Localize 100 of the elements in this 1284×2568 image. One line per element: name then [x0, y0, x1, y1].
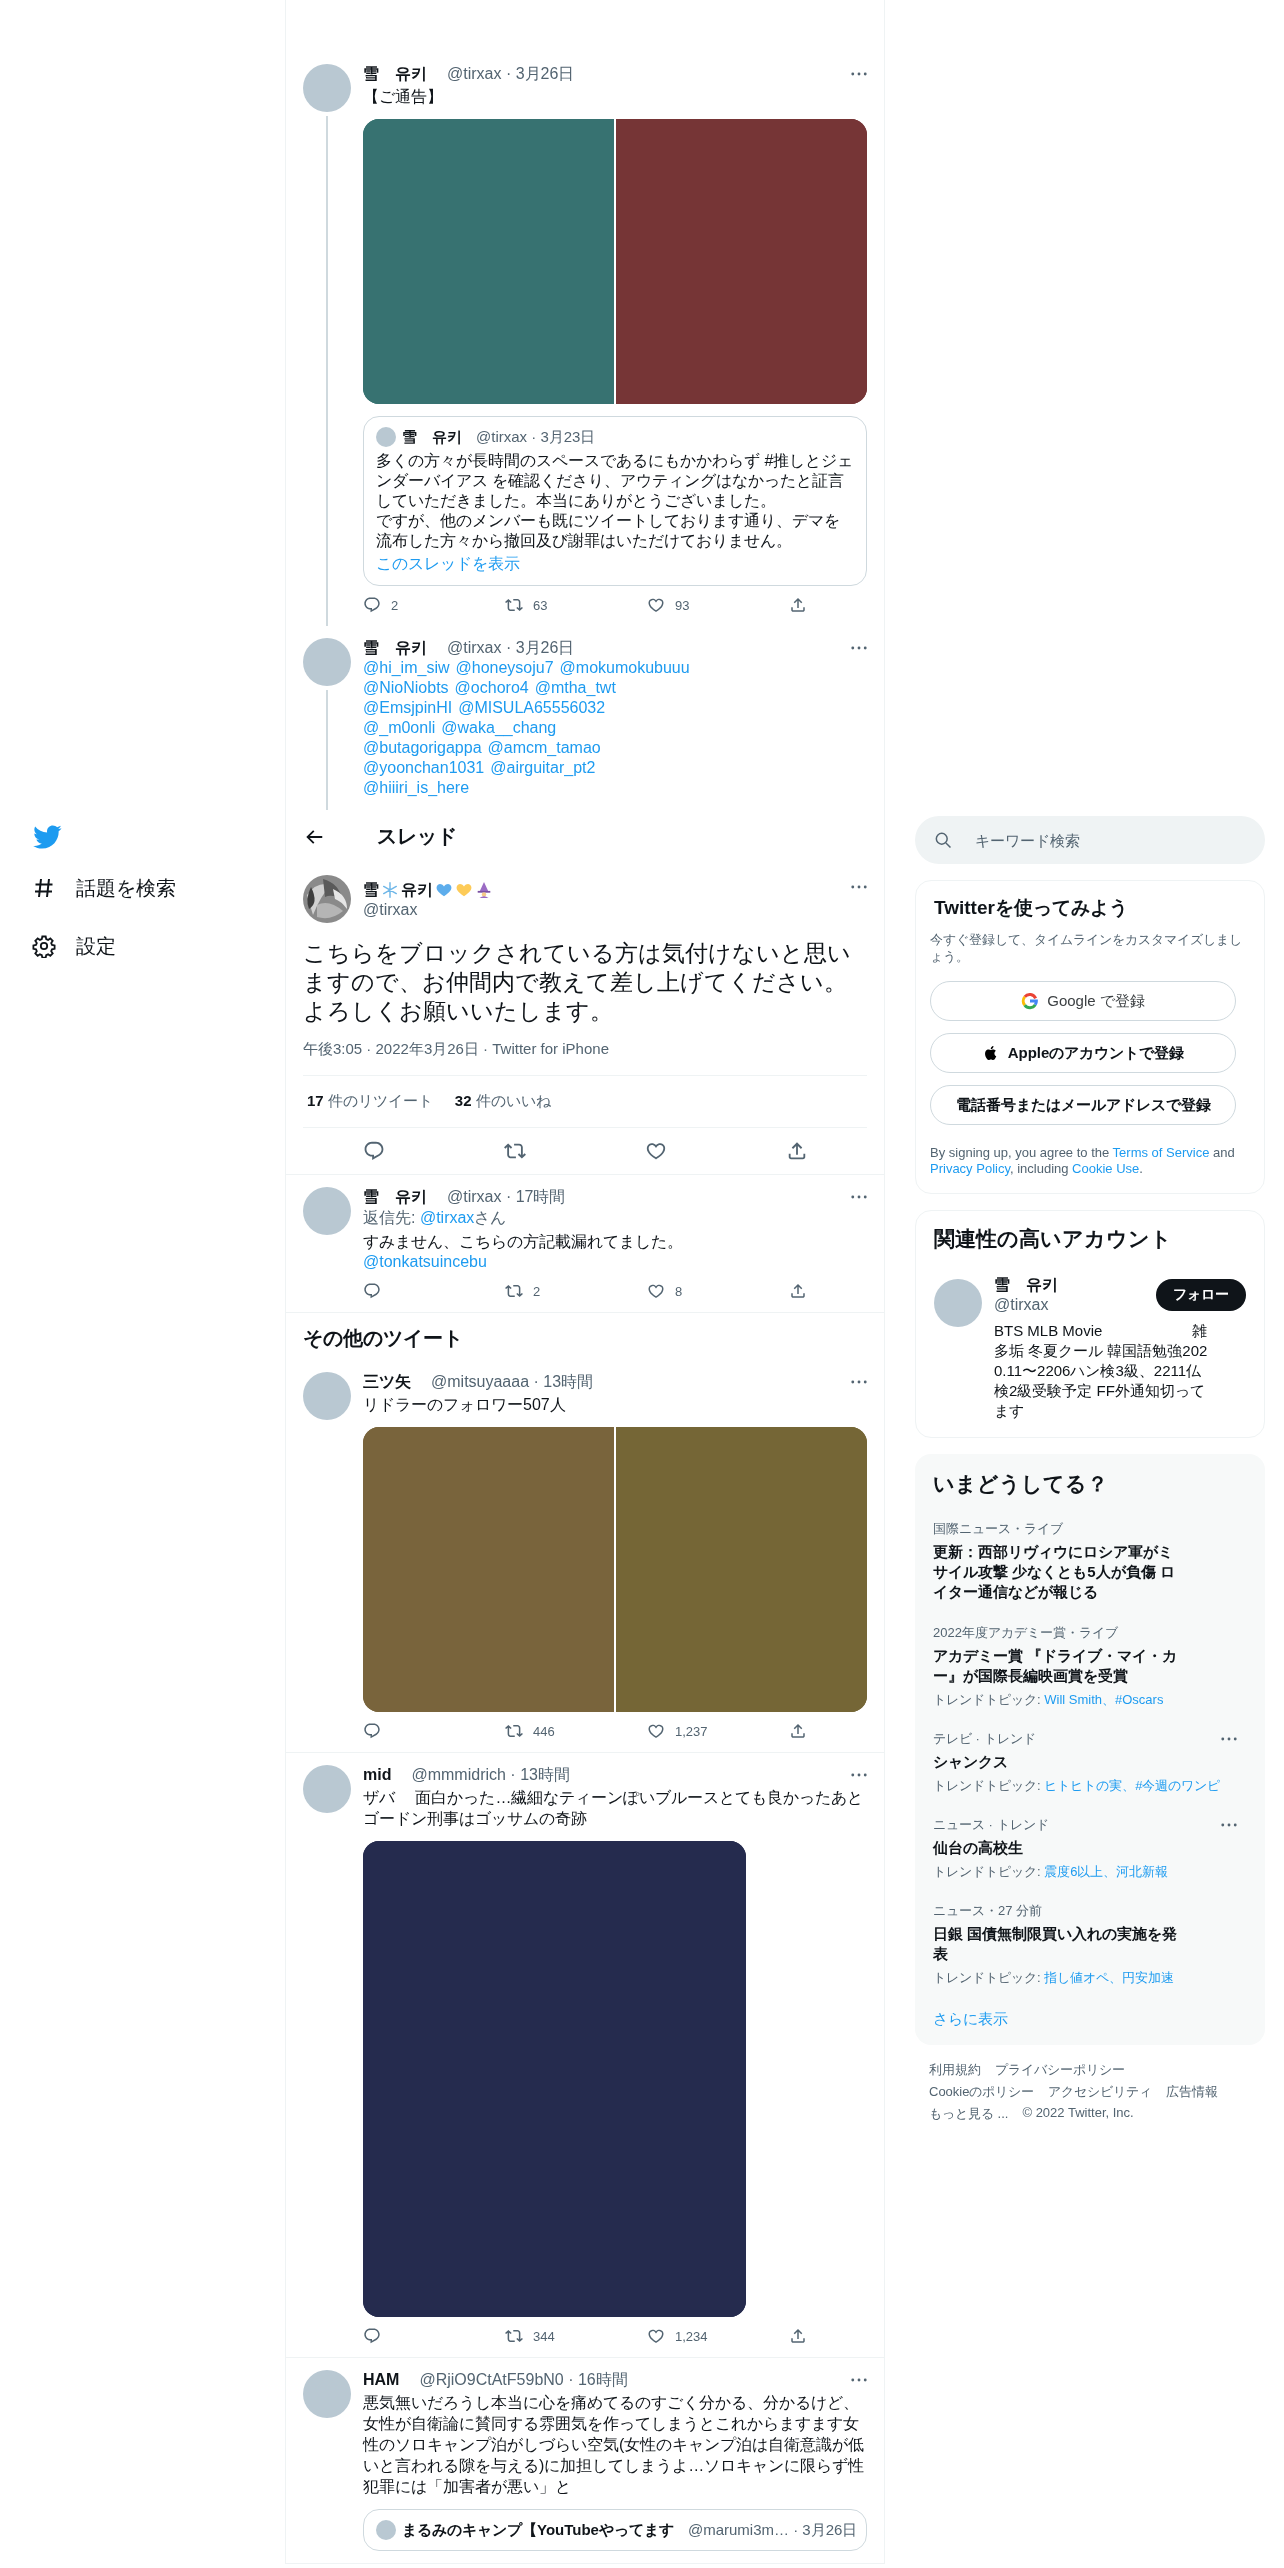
avatar — [376, 427, 396, 447]
search-field[interactable]: キーワード検索 — [915, 816, 1265, 864]
retweet-icon[interactable] — [505, 596, 523, 614]
trend-title[interactable]: 日銀 国債無制限買い入れの実施を発表 — [933, 1924, 1178, 1964]
stat-link[interactable]: 17 件のリツイート — [307, 1092, 433, 1111]
user-name[interactable]: 雪 유키 — [363, 1186, 427, 1208]
quoted-tweet[interactable]: まるみのキャンプ【YouTubeやってます @marumi3m… · 3月26日 — [363, 2509, 867, 2551]
tweet-text: ザバ 面白かった…繊細なティーンぽいブルースとても良かったあとゴードン刑事はゴッサムの奇跡 — [363, 1788, 865, 1829]
count: 2 — [533, 1283, 541, 1299]
tweet-meta: @marumi3m… · 3月26日 — [687, 2520, 858, 2540]
trend-title[interactable]: 仙台の高校生 — [933, 1838, 1178, 1858]
nav-item[interactable]: 話題を検索 — [76, 874, 176, 902]
settings-icon[interactable] — [32, 934, 56, 958]
google-logo-icon — [1021, 992, 1040, 1010]
footer-link[interactable]: アクセシビリティ — [1048, 2083, 1153, 2101]
footer-link[interactable]: 広告情報 — [1166, 2083, 1219, 2101]
legal-text: By signing up, you agree to the Terms of Service and Privacy Policy, including Cookie Use. — [930, 1145, 1236, 1177]
more-icon[interactable] — [1221, 1823, 1237, 1827]
page-title: スレッド — [377, 824, 457, 849]
more-icon[interactable] — [851, 1773, 867, 1777]
count: 446 — [533, 1723, 555, 1739]
quoted-text: ですが、他のメンバーも既にツイートしております通り、デマを流布した方々から撤回及び謝罪はいただけておりません。 — [376, 511, 841, 551]
signup-button[interactable]: Google で登録 — [930, 981, 1236, 1021]
tweet-meta: @tirxax · 3月23日 — [476, 427, 596, 447]
tweet-text: すみません、こちらの方記載漏れてました。 — [363, 1232, 684, 1252]
signup-button[interactable]: 電話番号またはメールアドレスで登録 — [930, 1085, 1236, 1125]
trend-category: 2022年度アカデミー賞・ライブ — [933, 1624, 1118, 1642]
trend-topics: トレンドトピック: 震度6以上、河北新報 — [933, 1864, 1170, 1880]
trend-category: テレビ · トレンド — [933, 1730, 1036, 1748]
user-name[interactable]: 雪 유키 — [994, 1275, 1058, 1295]
user-handle: @tirxax — [994, 1295, 1050, 1315]
count: 2 — [391, 597, 399, 613]
user-name[interactable]: 유키 — [401, 879, 433, 901]
user-name[interactable]: 三ツ矢 — [363, 1371, 411, 1393]
more-icon[interactable] — [851, 885, 867, 889]
search-input[interactable]: キーワード検索 — [973, 830, 1247, 850]
tweet-meta: @tirxax · 3月26日 — [447, 637, 575, 658]
signup-button[interactable]: Appleのアカウントで登録 — [930, 1033, 1236, 1073]
reply-icon[interactable] — [363, 1722, 381, 1740]
trend-title[interactable]: 更新：西部リヴィウにロシア軍がミサイル攻撃 少なくとも5人が負傷 ロイター通信などが報じる — [933, 1542, 1178, 1602]
count: 1,237 — [675, 1723, 708, 1739]
heart-icon[interactable] — [647, 1722, 665, 1740]
retweet-icon[interactable] — [505, 2327, 523, 2345]
share-icon[interactable] — [789, 2327, 807, 2345]
heart-icon[interactable] — [644, 1140, 667, 1162]
count: 344 — [533, 2328, 555, 2344]
retweet-icon[interactable] — [505, 1722, 523, 1740]
count: 1,234 — [675, 2328, 708, 2344]
user-handle[interactable]: @tirxax — [363, 900, 493, 919]
footer-link[interactable]: © 2022 Twitter, Inc. — [1022, 2105, 1134, 2123]
footer-link[interactable]: 利用規約 — [929, 2061, 981, 2079]
more-icon[interactable] — [851, 72, 867, 76]
footer-link[interactable]: プライバシーポリシー — [995, 2061, 1125, 2079]
trend-title[interactable]: アカデミー賞 『ドライブ・マイ・カー』が国際長編映画賞を受賞 — [933, 1646, 1178, 1686]
trend-topics: トレンドトピック: ヒトヒトの実、#今週のワンピ — [933, 1778, 1222, 1794]
trend-topics: トレンドトピック: Will Smith、#Oscars — [933, 1692, 1165, 1708]
trend-topics: トレンドトピック: 指し値オペ、円安加速 — [933, 1970, 1176, 1986]
card-title: Twitterを使ってみよう — [933, 896, 1129, 920]
user-name[interactable]: 雪 유키 — [363, 63, 427, 85]
heart-icon[interactable] — [647, 596, 665, 614]
quoted-text: 多くの方々が長時間のスペースであるにもかかわらず #推しとジェンダーバイアス を確認くださり、アウティングはなかったと証言していただきました。本当にありがとうございました。 — [376, 451, 854, 511]
hashtag-icon[interactable] — [32, 876, 56, 900]
user-name[interactable]: 雪 유키 — [363, 637, 427, 659]
retweet-icon[interactable] — [505, 1282, 523, 1300]
heart-icon[interactable] — [647, 2327, 665, 2345]
stat-link[interactable]: 32 件のいいね — [454, 1092, 551, 1111]
card-title: いまどうしてる？ — [933, 1471, 1109, 1498]
tweet-meta: @RjiO9CtAtF59bN0 · 16時間 — [419, 2369, 628, 2390]
user-name[interactable]: mid — [363, 1766, 392, 1784]
wizard-icon — [475, 881, 493, 899]
more-icon[interactable] — [1221, 1737, 1237, 1741]
trend-title[interactable]: シャンクス — [933, 1752, 1178, 1772]
more-icon[interactable] — [851, 1195, 867, 1199]
more-icon[interactable] — [851, 2378, 867, 2382]
user-name[interactable]: 雪 — [363, 879, 379, 901]
quoted-tweet[interactable]: 雪 유키 @tirxax · 3月23日 多くの方々が長時間のスペースであるにもかかわらず #推しとジェンダーバイアス を確認くださり、アウティングはなかったと証言していただきました。本当にありがとうございました。 ですが、他のメンバーも既にツイートしております通り、デマを流布した方々から撤回及び謝罪はいただけておりません。 このスレッドを表示 — [363, 416, 867, 586]
nav-item[interactable]: 設定 — [76, 932, 116, 960]
tweet-text: 悪気無いだろうし本当に心を痛めてるのすごく分かる、分かるけど、女性が自衛論に賛同する雰囲気を作ってしまうとこれからますます女性のソロキャンプ泊がしづらい空気(女性のキャンプ泊は自衛意識が低いと言われる隙を与える)に加担してしまうよ…ソロキャンに限らず性犯罪には「加害者が悪い」と — [363, 2393, 866, 2497]
heart-icon — [435, 881, 453, 899]
avatar — [376, 2520, 396, 2540]
section-title: その他のツイート — [303, 1326, 464, 1351]
share-icon[interactable] — [789, 1282, 807, 1300]
more-icon[interactable] — [851, 1380, 867, 1384]
more-icon[interactable] — [851, 646, 867, 650]
heart-icon[interactable] — [647, 1282, 665, 1300]
tweet-meta: @tirxax · 3月26日 — [447, 63, 575, 84]
footer-link[interactable]: Cookieのポリシー — [929, 2083, 1035, 2101]
reply-icon[interactable] — [363, 596, 381, 614]
count: 93 — [675, 597, 690, 613]
trend-category: ニュース・27 分前 — [933, 1902, 1043, 1920]
share-icon[interactable] — [789, 1722, 807, 1740]
share-icon[interactable] — [789, 596, 807, 614]
user-name[interactable]: HAM — [363, 2371, 400, 2389]
reply-icon[interactable] — [363, 2327, 381, 2345]
search-icon — [933, 830, 953, 850]
footer-link[interactable]: もっと見る ... — [929, 2105, 1009, 2123]
user-name: まるみのキャンプ【YouTubeやってます — [402, 2520, 674, 2540]
follow-button[interactable]: フォロー — [1156, 1279, 1246, 1311]
reply-icon[interactable] — [362, 1140, 385, 1162]
reply-icon[interactable] — [363, 1282, 381, 1300]
